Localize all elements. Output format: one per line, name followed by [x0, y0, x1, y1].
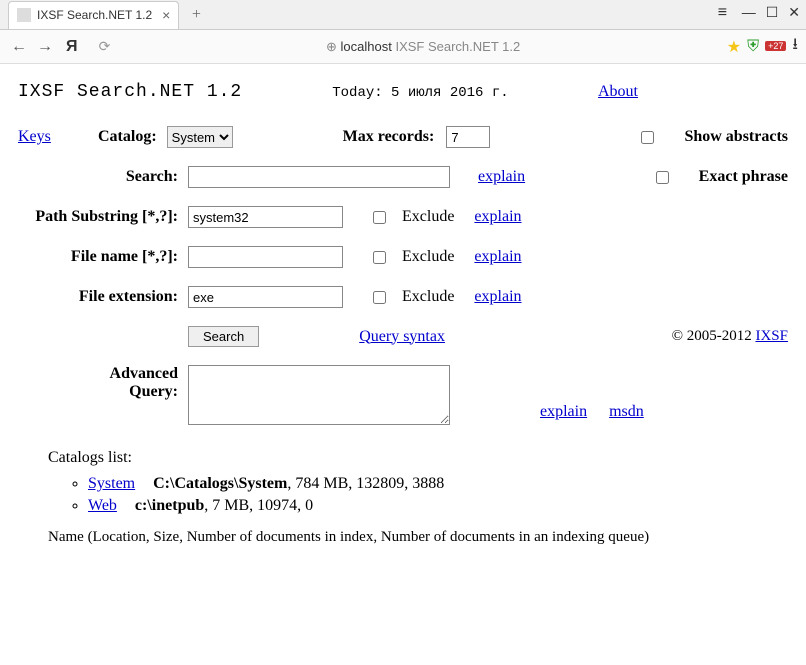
ixsf-link[interactable]: IXSF [755, 328, 788, 344]
new-tab-button[interactable]: + [185, 4, 207, 26]
list-item: Web c:\inetpub, 7 MB, 10974, 0 [88, 497, 788, 515]
fileext-exclude-label: Exclude [402, 288, 454, 306]
reload-button[interactable]: ⟳ [94, 36, 116, 58]
browser-tab-bar: IXSF Search.NET 1.2 × + — ☐ ✕ [0, 0, 806, 30]
exact-phrase-checkbox[interactable] [656, 171, 669, 184]
catalog-select[interactable]: System [167, 126, 233, 148]
download-icon[interactable]: ⭳ [792, 33, 798, 60]
query-syntax-link[interactable]: Query syntax [359, 328, 445, 346]
tab-close-icon[interactable]: × [162, 7, 170, 23]
copyright: © 2005-2012 IXSF [672, 328, 788, 345]
list-item: System C:\Catalogs\System, 784 MB, 13280… [88, 475, 788, 493]
close-window-icon[interactable]: ✕ [788, 4, 800, 22]
back-button[interactable]: ← [8, 36, 30, 58]
keys-link[interactable]: Keys [18, 128, 51, 145]
msdn-link[interactable]: msdn [609, 403, 644, 420]
filename-label: File name [*,?]: [18, 248, 188, 266]
path-explain-link[interactable]: explain [474, 208, 521, 226]
url-title: IXSF Search.NET 1.2 [395, 39, 520, 54]
url-host: localhost [341, 39, 392, 54]
exact-phrase-label: Exact phrase [699, 168, 788, 186]
filename-input[interactable] [188, 246, 343, 268]
fileext-input[interactable] [188, 286, 343, 308]
catalog-rest: , 784 MB, 132809, 3888 [287, 475, 444, 492]
path-substring-label: Path Substring [*,?]: [18, 208, 188, 226]
forward-button[interactable]: → [34, 36, 56, 58]
menu-icon[interactable] [718, 4, 732, 22]
max-records-label: Max records: [343, 128, 435, 146]
show-abstracts-label: Show abstracts [684, 128, 788, 146]
window-controls: — ☐ ✕ [718, 4, 800, 22]
catalog-location: c:\inetpub [135, 497, 204, 514]
catalog-name-link[interactable]: Web [88, 497, 117, 514]
catalogs-legend: Name (Location, Size, Number of document… [48, 529, 788, 546]
filename-exclude-checkbox[interactable] [373, 251, 386, 264]
fileext-exclude-checkbox[interactable] [373, 291, 386, 304]
app-title: IXSF Search.NET 1.2 [18, 82, 242, 102]
advanced-query-textarea[interactable] [188, 365, 450, 425]
about-link[interactable]: About [598, 83, 638, 100]
fileext-explain-link[interactable]: explain [474, 288, 521, 306]
bookmark-star-icon[interactable]: ★ [727, 37, 741, 57]
max-records-input[interactable] [446, 126, 490, 148]
globe-icon: ⊕ [326, 39, 341, 54]
catalog-label: Catalog: [98, 128, 157, 146]
catalogs-list-label: Catalogs list: [48, 449, 788, 467]
show-abstracts-checkbox[interactable] [641, 131, 654, 144]
url-bar[interactable]: ⊕ localhost IXSF Search.NET 1.2 [120, 39, 727, 55]
browser-tab[interactable]: IXSF Search.NET 1.2 × [8, 1, 179, 29]
catalogs-list: System C:\Catalogs\System, 784 MB, 13280… [88, 475, 788, 515]
today-date: Today: 5 июля 2016 г. [332, 85, 508, 101]
path-exclude-checkbox[interactable] [373, 211, 386, 224]
adv-explain-link[interactable]: explain [540, 403, 587, 420]
advanced-query-label: AdvancedQuery: [18, 365, 188, 401]
catalog-rest: , 7 MB, 10974, 0 [204, 497, 313, 514]
path-exclude-label: Exclude [402, 208, 454, 226]
ext-badge[interactable]: +27 [765, 41, 786, 51]
path-substring-input[interactable] [188, 206, 343, 228]
filename-explain-link[interactable]: explain [474, 248, 521, 266]
home-icon[interactable]: Я [66, 38, 78, 56]
fileext-label: File extension: [18, 288, 188, 306]
search-explain-link[interactable]: explain [478, 168, 525, 186]
search-label: Search: [18, 168, 188, 186]
shield-icon[interactable]: ⛨ [747, 38, 759, 56]
catalog-location: C:\Catalogs\System [153, 475, 287, 492]
search-input[interactable] [188, 166, 450, 188]
filename-exclude-label: Exclude [402, 248, 454, 266]
maximize-icon[interactable]: ☐ [766, 4, 779, 22]
minimize-icon[interactable]: — [742, 4, 756, 22]
search-button[interactable]: Search [188, 326, 259, 347]
tab-title: IXSF Search.NET 1.2 [37, 8, 152, 22]
page-content: IXSF Search.NET 1.2 Today: 5 июля 2016 г… [0, 64, 806, 566]
favicon [17, 8, 31, 22]
browser-toolbar: ← → Я ⟳ ⊕ localhost IXSF Search.NET 1.2 … [0, 30, 806, 64]
catalog-name-link[interactable]: System [88, 475, 135, 492]
